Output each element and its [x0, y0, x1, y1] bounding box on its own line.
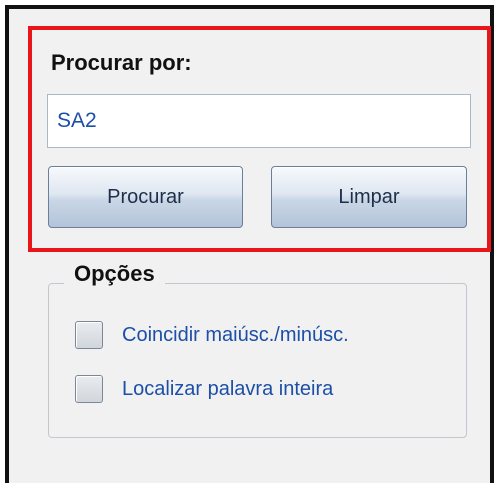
search-label: Procurar por: [51, 50, 192, 75]
search-input[interactable] [47, 94, 471, 148]
options-title: Opções [64, 261, 165, 287]
option-whole-word-label: Localizar palavra inteira [122, 377, 334, 400]
clear-button[interactable]: Limpar [271, 166, 467, 228]
options-group [48, 283, 467, 438]
option-whole-word[interactable]: Localizar palavra inteira [75, 372, 333, 406]
checkbox-unchecked-icon[interactable] [75, 321, 103, 349]
checkbox-unchecked-icon[interactable] [75, 375, 103, 403]
option-match-case-label: Coincidir maiúsc./minúsc. [122, 323, 349, 346]
search-button[interactable]: Procurar [48, 166, 243, 228]
option-match-case[interactable]: Coincidir maiúsc./minúsc. [75, 318, 349, 352]
